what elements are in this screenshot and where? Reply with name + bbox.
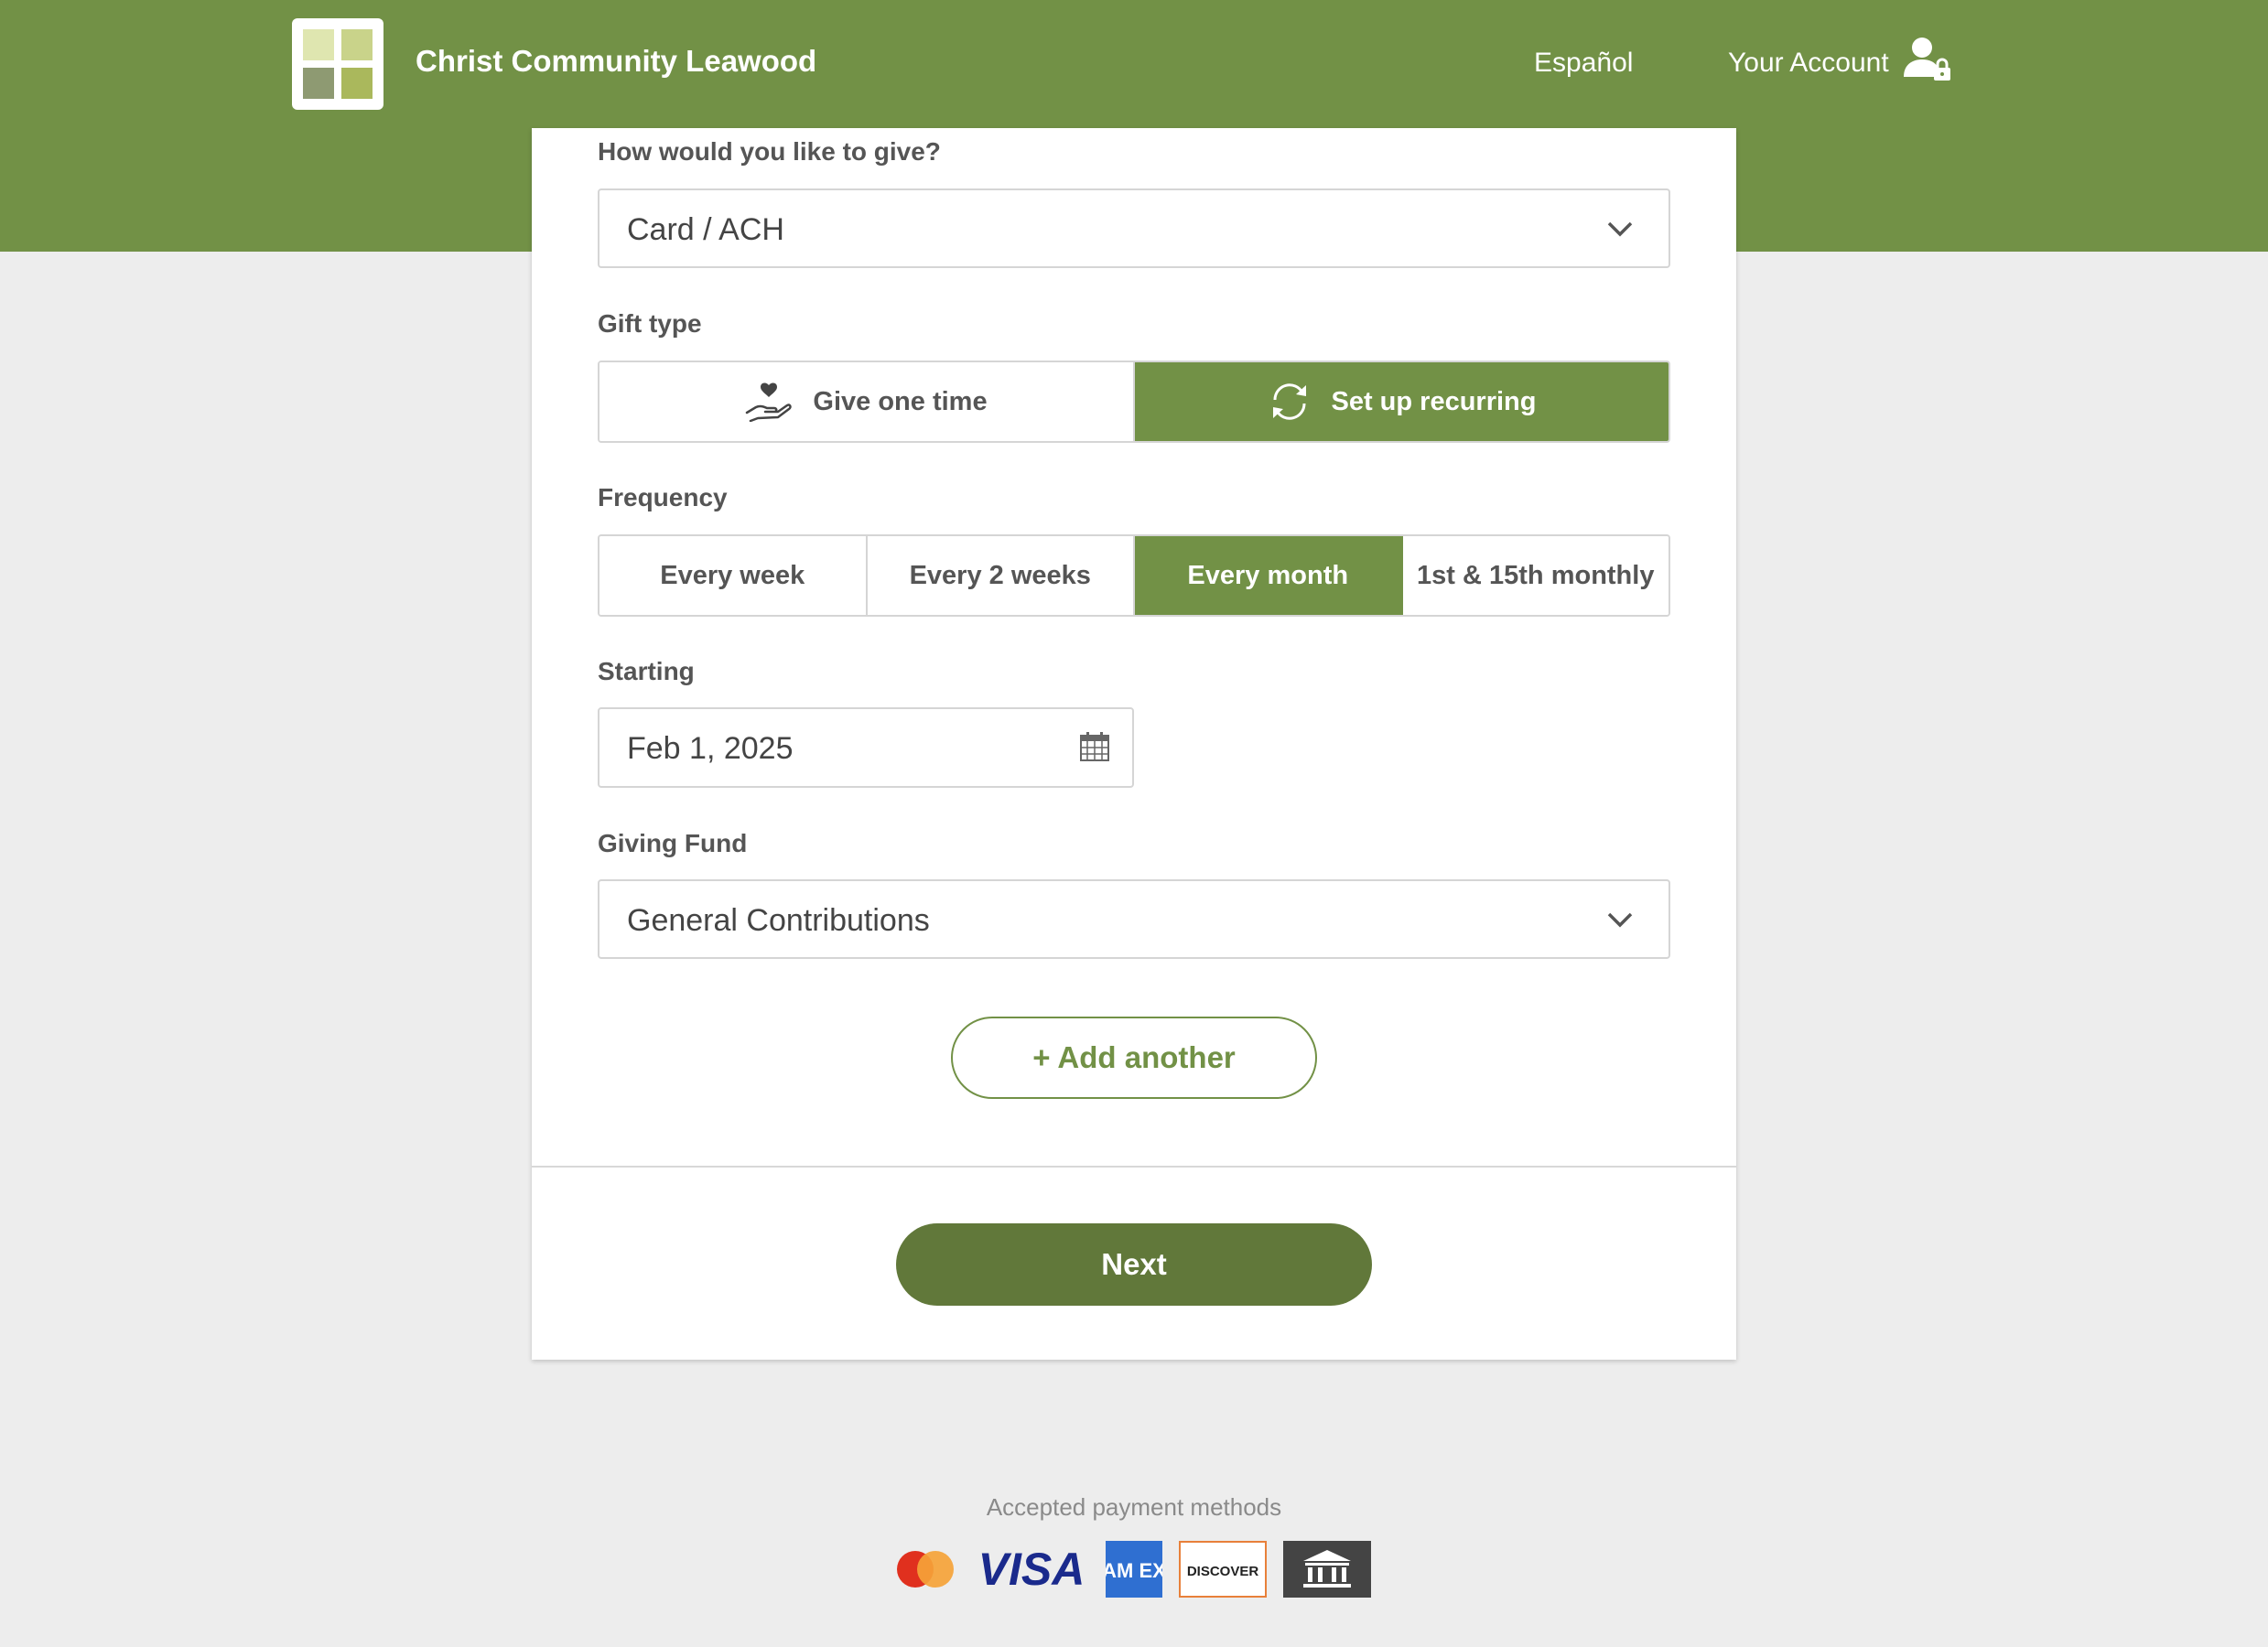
account-link[interactable]: Your Account [1728,48,1889,79]
language-link[interactable]: Español [1534,48,1633,79]
frequency-every-week[interactable]: Every week [599,536,868,615]
discover-icon: DISCOVER [1179,1541,1267,1598]
frequency-1st-15th-monthly[interactable]: 1st & 15th monthly [1402,536,1669,615]
frequency-every-2-weeks[interactable]: Every 2 weeks [867,536,1135,615]
giving-fund-label: Giving Fund [598,829,748,857]
calendar-icon[interactable] [1079,731,1110,762]
church-logo[interactable] [292,18,383,110]
next-button[interactable]: Next [896,1223,1372,1306]
user-lock-icon[interactable] [1902,35,1953,82]
set-up-recurring-option[interactable]: Set up recurring [1135,362,1669,441]
add-another-button[interactable]: + Add another [951,1017,1317,1099]
svg-text:DISCOVER: DISCOVER [1187,1564,1259,1579]
start-date-input[interactable]: Feb 1, 2025 [598,707,1134,788]
form-divider [532,1166,1736,1168]
payment-method-value: Card / ACH [627,212,784,247]
frequency-toggle: Every week Every 2 weeks Every month 1st… [598,534,1670,617]
frequency-label: Frequency [598,483,728,511]
giving-form-card: How would you like to give? Card / ACH G… [532,128,1736,1360]
method-label: How would you like to give? [598,137,941,166]
gift-type-label: Gift type [598,309,702,338]
start-date-value: Feb 1, 2025 [627,731,794,766]
chevron-down-icon [1607,221,1633,237]
giving-fund-select[interactable]: General Contributions [598,879,1670,959]
top-navigation: Christ Community Leawood Español Your Ac… [0,0,2268,128]
amex-icon: AM EX [1106,1541,1162,1598]
give-one-time-option[interactable]: Give one time [599,362,1135,441]
giving-fund-value: General Contributions [627,903,930,938]
set-up-recurring-label: Set up recurring [1331,386,1537,416]
hand-heart-icon [746,382,793,422]
mastercard-icon [897,1551,954,1588]
accepted-payment-methods-label: Accepted payment methods [986,1493,1282,1521]
payment-method-select[interactable]: Card / ACH [598,188,1670,268]
chevron-down-icon [1607,912,1633,928]
give-one-time-label: Give one time [813,386,988,416]
gift-type-toggle: Give one time Set up recurring [598,361,1670,443]
svg-text:AM EX: AM EX [1106,1559,1162,1582]
recurring-arrows-icon [1272,383,1306,420]
visa-icon: VISA [978,1544,1085,1595]
starting-label: Starting [598,657,695,685]
site-title[interactable]: Christ Community Leawood [416,44,816,79]
frequency-every-month[interactable]: Every month [1135,536,1403,615]
svg-text:VISA: VISA [978,1544,1085,1595]
bank-icon [1283,1541,1371,1598]
